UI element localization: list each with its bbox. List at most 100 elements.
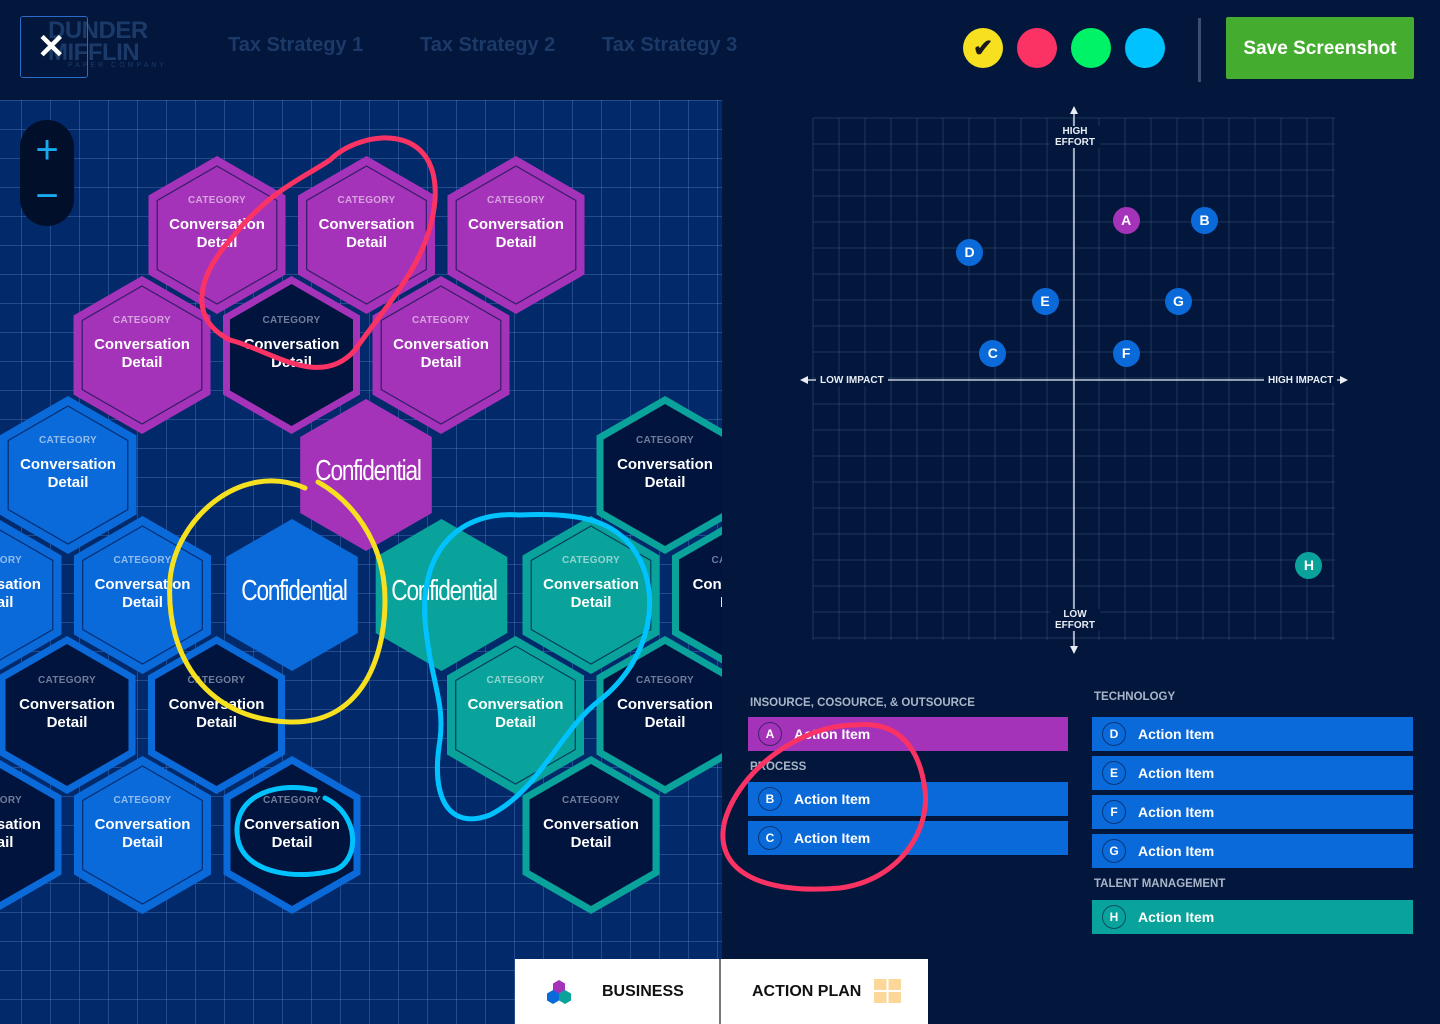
hex-title: ConversationDetail	[0, 576, 41, 611]
hex-label: CATEGORY ConversationDetail	[227, 795, 357, 852]
tab-action-plan[interactable]: ACTION PLAN	[721, 959, 928, 1024]
hex-title: ConversationDetail	[692, 576, 722, 611]
action-item-a[interactable]: A Action Item	[748, 717, 1068, 751]
hex-category: CATEGORY	[38, 675, 96, 686]
tab-business[interactable]: BUSINESS	[515, 959, 719, 1024]
matrix-point-g[interactable]: G	[1164, 288, 1192, 316]
action-item-badge: C	[758, 826, 782, 850]
section-title: INSOURCE, COSOURCE, & OUTSOURCE	[750, 697, 975, 709]
grid-icon	[874, 979, 901, 1003]
hex-category: CATEGORY	[711, 555, 722, 566]
matrix-point-b[interactable]: B	[1191, 207, 1218, 234]
hex-label: CATEGORY ConversationDetail	[451, 195, 581, 252]
tab-action-plan-label: ACTION PLAN	[752, 983, 862, 1000]
action-item-label: Action Item	[1138, 909, 1215, 925]
hex-category: CATEGORY	[486, 675, 545, 686]
x-axis-right-label: HIGH IMPACT	[1264, 375, 1338, 386]
check-icon: ✔	[973, 35, 994, 62]
tab-tax-strategy-1[interactable]: Tax Strategy 1	[228, 34, 363, 57]
pen-color-green[interactable]	[1071, 28, 1111, 68]
hex-label: CATEGORY ConversationDetail	[600, 435, 722, 492]
action-item-label: Action Item	[1138, 804, 1215, 820]
zoom-out-button[interactable]: −	[20, 176, 74, 216]
hex-category: CATEGORY	[562, 795, 620, 806]
matrix-point-e[interactable]: E	[1031, 288, 1059, 316]
hex-category: CATEGORY	[39, 435, 97, 446]
action-item-c[interactable]: C Action Item	[748, 821, 1068, 855]
hex-label: CATEGORY ConversationDetail	[526, 555, 656, 612]
hex-title: ConversationDetail	[318, 216, 415, 251]
hex-category: CATEGORY	[337, 195, 396, 206]
hex-title: ConversationDetail	[617, 696, 713, 731]
tab-tax-strategy-3[interactable]: Tax Strategy 3	[602, 34, 737, 57]
hex-label: CATEGORY ConversationDetail	[526, 795, 656, 852]
arrow-right-icon	[1340, 376, 1348, 384]
action-item-badge: G	[1102, 839, 1126, 863]
pen-color-yellow[interactable]: ✔	[963, 28, 1003, 68]
hex-label: CATEGORY ConversationDetail	[78, 555, 208, 612]
tab-business-label: BUSINESS	[602, 983, 684, 1000]
hex-label: CATEGORY ConversationDetail	[676, 555, 722, 612]
arrow-left-icon	[800, 376, 808, 384]
hex-title: ConversationDetail	[0, 816, 41, 851]
bottom-tab-bar: BUSINESS ACTION PLAN	[515, 959, 928, 1024]
hex-category: CATEGORY	[0, 795, 22, 806]
zoom-in-button[interactable]: +	[20, 130, 74, 170]
action-item-h[interactable]: H Action Item	[1092, 900, 1413, 934]
hex-label: Confidential	[301, 455, 431, 488]
hex-title: Confidential	[390, 575, 498, 607]
hex-label: CATEGORY ConversationDetail	[152, 195, 282, 252]
hex-title: ConversationDetail	[20, 456, 116, 491]
action-item-e[interactable]: E Action Item	[1092, 756, 1413, 790]
impact-effort-matrix: HIGH EFFORT LOW EFFORT LOW IMPACT HIGH I…	[790, 100, 1360, 670]
hex-label: CATEGORY ConversationDetail	[600, 675, 722, 732]
hex-category: CATEGORY	[113, 315, 171, 326]
pen-color-pink[interactable]	[1017, 28, 1057, 68]
action-item-badge: D	[1102, 722, 1126, 746]
hex-title: Confidential	[241, 575, 348, 607]
section-title: TALENT MANAGEMENT	[1094, 878, 1226, 890]
action-item-badge: H	[1102, 905, 1126, 929]
action-item-label: Action Item	[1138, 765, 1215, 781]
action-item-g[interactable]: G Action Item	[1092, 834, 1413, 868]
hex-label: CATEGORY ConversationDetail	[77, 315, 207, 372]
action-item-badge: B	[758, 787, 782, 811]
hex-cluster-icon	[547, 980, 571, 1004]
arrow-down-icon	[1070, 646, 1078, 654]
hex-label: CATEGORY ConversationDetail	[0, 795, 58, 852]
hex-label: CATEGORY ConversationDetail	[152, 675, 282, 732]
action-item-d[interactable]: D Action Item	[1092, 717, 1413, 751]
matrix-point-d[interactable]: D	[956, 238, 984, 266]
hex-category: CATEGORY	[262, 315, 321, 326]
hex-title: ConversationDetail	[468, 216, 564, 251]
action-item-badge: F	[1102, 800, 1126, 824]
zoom-control: + −	[20, 120, 74, 226]
hex-title: ConversationDetail	[94, 336, 190, 371]
save-screenshot-button[interactable]: Save Screenshot	[1226, 17, 1414, 79]
action-item-label: Action Item	[794, 830, 871, 846]
hex-title: ConversationDetail	[467, 696, 564, 731]
action-item-f[interactable]: F Action Item	[1092, 795, 1413, 829]
hex-title: ConversationDetail	[94, 576, 191, 611]
hex-title: ConversationDetail	[617, 456, 713, 491]
hex-title: ConversationDetail	[168, 696, 265, 731]
hex-canvas[interactable]: CATEGORY Conversation Detail CATEGORY Conver…	[0, 100, 722, 1024]
action-item-badge: E	[1102, 761, 1126, 785]
tab-tax-strategy-2[interactable]: Tax Strategy 2	[420, 34, 555, 57]
hex-label: CATEGORY ConversationDetail	[78, 795, 208, 852]
hex-category: CATEGORY	[113, 555, 172, 566]
toolbar-divider	[1198, 18, 1201, 82]
action-item-b[interactable]: B Action Item	[748, 782, 1068, 816]
matrix-point-f[interactable]: F	[1112, 340, 1140, 368]
hex-label: CATEGORY ConversationDetail	[3, 435, 133, 492]
hex-category: CATEGORY	[562, 555, 620, 566]
section-title: PROCESS	[750, 761, 807, 773]
matrix-point-a[interactable]: A	[1112, 207, 1140, 234]
close-button[interactable]: ✕	[20, 16, 88, 78]
pen-color-cyan[interactable]	[1125, 28, 1165, 68]
hex-title: ConversationDetail	[243, 336, 340, 371]
hex-category: CATEGORY	[187, 675, 246, 686]
hex-title: ConversationDetail	[543, 816, 639, 851]
top-bar: DUNDER MIFFLIN PAPER COMPANY ✕ Tax Strat…	[0, 0, 1440, 100]
arrow-up-icon	[1070, 106, 1078, 114]
